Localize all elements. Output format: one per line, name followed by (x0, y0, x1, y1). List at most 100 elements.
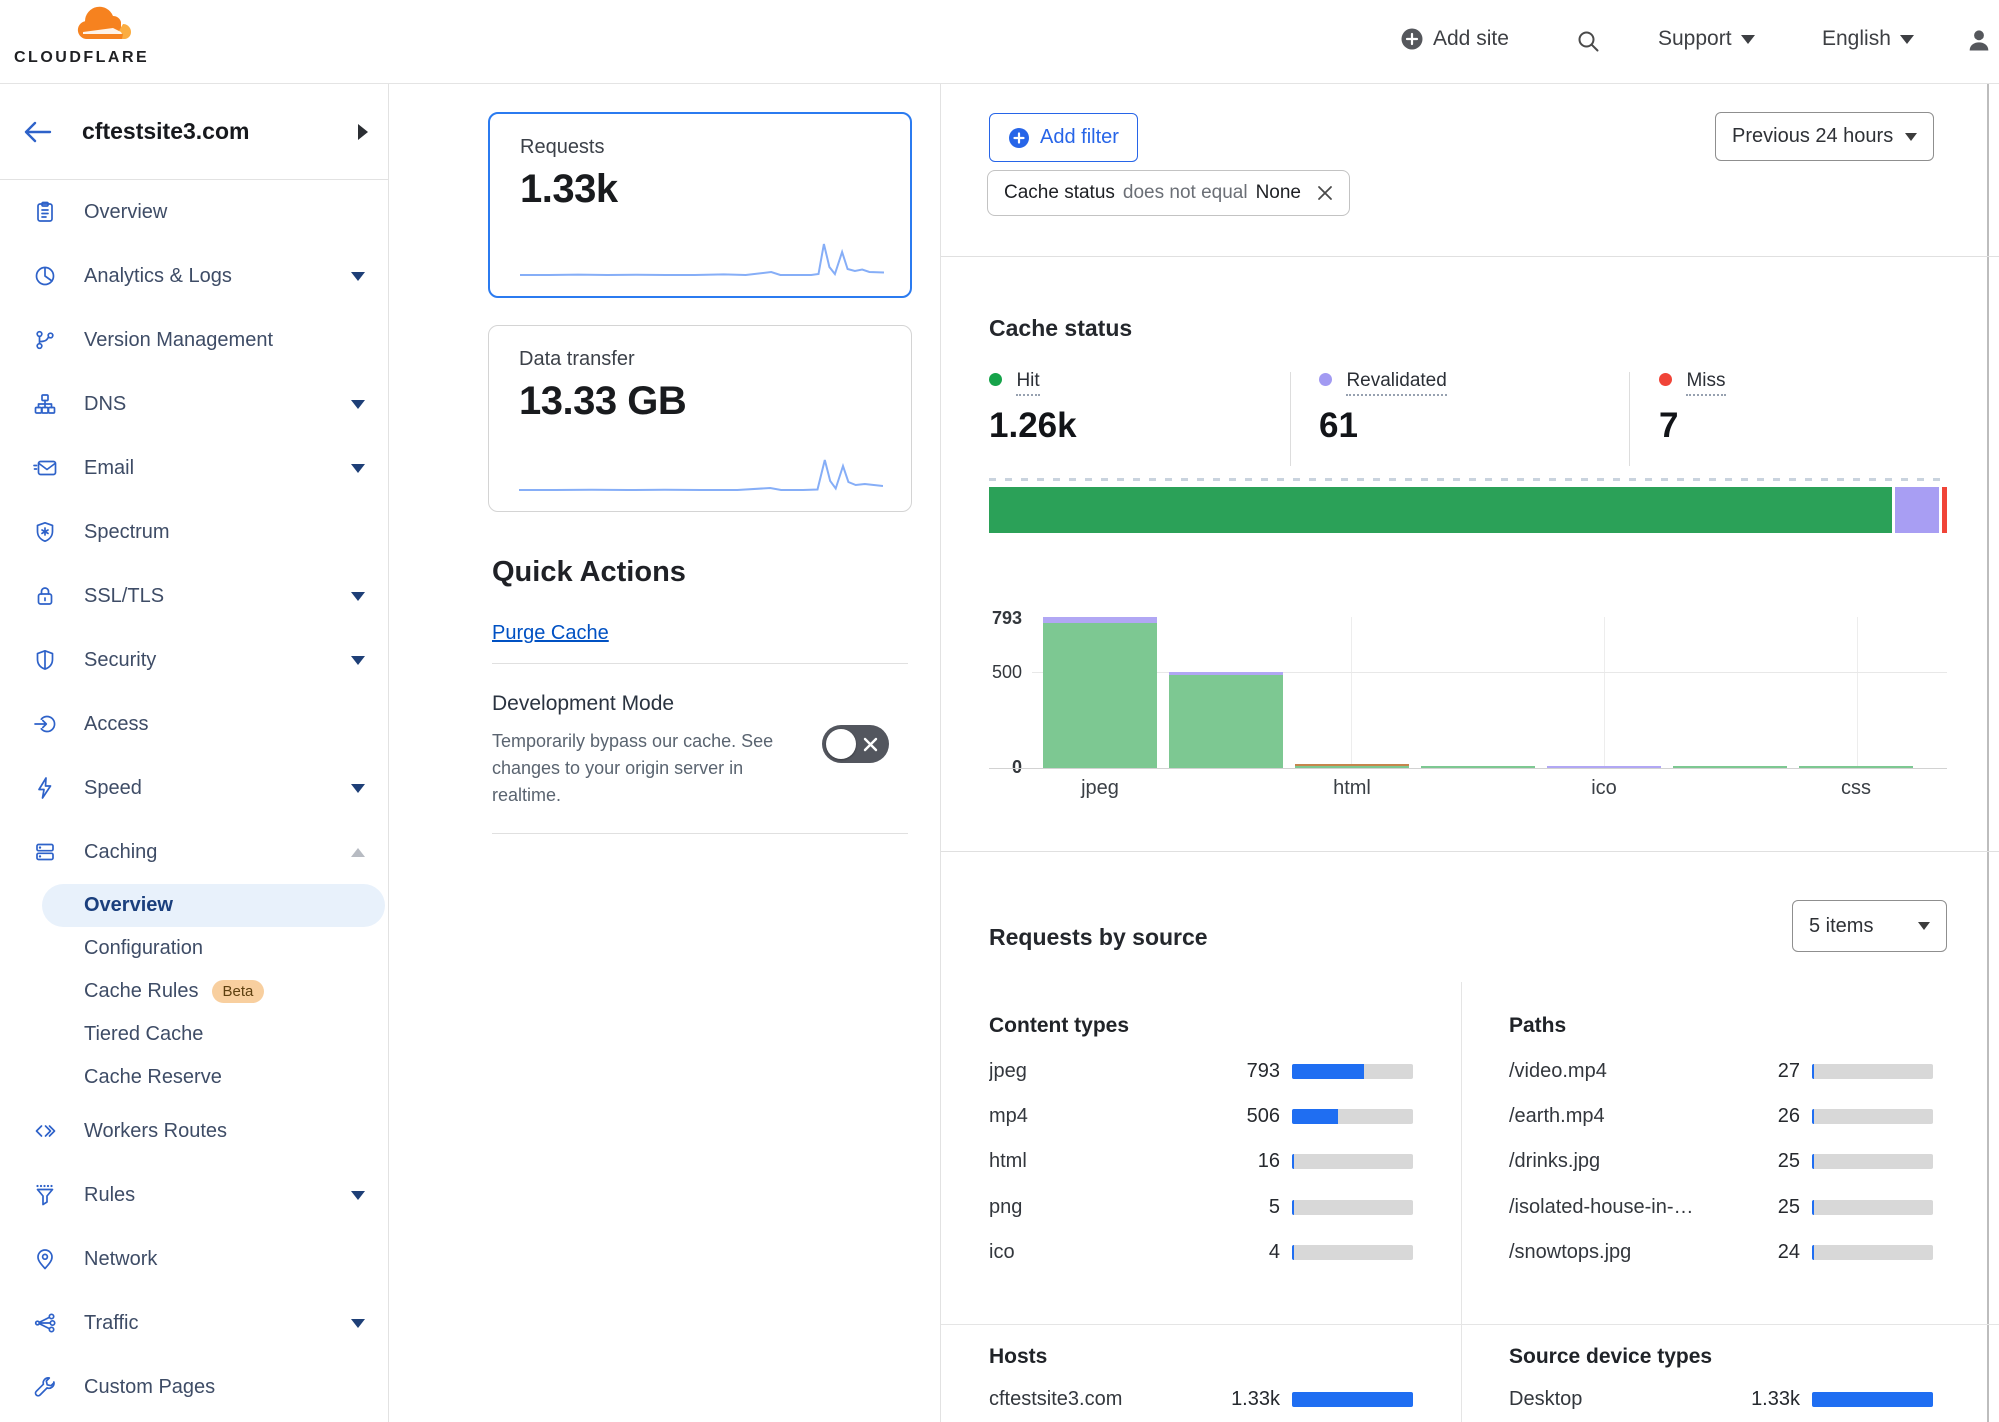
sidebar-item-traffic[interactable]: Traffic (0, 1291, 388, 1355)
sidebar-subitem-label: Overview (84, 894, 173, 917)
sidebar-item-network[interactable]: Network (0, 1227, 388, 1291)
x-label-jpeg: jpeg (1037, 777, 1163, 800)
table-row-value: 1.33k (1700, 1388, 1800, 1411)
stacked-segment-miss (1942, 487, 1947, 533)
sidebar-subitem-caching-overview[interactable]: Overview (42, 884, 385, 927)
sidebar-subitem-tiered-cache[interactable]: Tiered Cache (42, 1013, 385, 1056)
sidebar-item-caching[interactable]: Caching (0, 820, 388, 884)
brand-wordmark: CLOUDFLARE (14, 49, 138, 67)
sidebar: cftestsite3.com Overview Analytics & Log… (0, 84, 388, 1422)
search-button[interactable] (1575, 28, 1601, 59)
table-row-bar (1812, 1109, 1933, 1124)
cloudflare-cloud-icon (74, 6, 134, 42)
remove-filter-icon[interactable] (1315, 183, 1335, 203)
gridline-vertical (1351, 617, 1352, 768)
divider (941, 1324, 1999, 1325)
sidebar-item-analytics-logs[interactable]: Analytics & Logs (0, 244, 388, 308)
paths-header: Paths (1509, 1014, 1566, 1038)
requests-card-label: Requests (520, 136, 910, 159)
sidebar-item-label: DNS (84, 393, 126, 416)
bar-css-hit (1799, 766, 1913, 768)
back-arrow-icon[interactable] (22, 119, 52, 145)
data-transfer-metric-card[interactable]: Data transfer 13.33 GB (488, 325, 912, 512)
scrollbar[interactable] (1987, 84, 1989, 1422)
support-menu[interactable]: Support (1658, 27, 1755, 51)
table-row-label: /video.mp4 (1509, 1060, 1689, 1083)
sidebar-item-label: Overview (84, 201, 167, 224)
add-site-button[interactable]: Add site (1400, 27, 1509, 51)
revalidated-label: Revalidated (1346, 370, 1446, 396)
table-row-value: 506 (1180, 1105, 1280, 1128)
cache-status-bar-chart (989, 617, 1947, 768)
location-pin-icon (33, 1247, 57, 1271)
sidebar-item-email[interactable]: Email (0, 436, 388, 500)
sidebar-item-custom-pages[interactable]: Custom Pages (0, 1355, 388, 1419)
sidebar-item-rules[interactable]: Rules (0, 1163, 388, 1227)
sidebar-item-access[interactable]: Access (0, 692, 388, 756)
language-menu[interactable]: English (1822, 27, 1914, 51)
items-count-dropdown[interactable]: 5 items (1792, 900, 1947, 952)
table-row-bar (1812, 1154, 1933, 1169)
table-row-bar (1812, 1064, 1933, 1079)
chevron-down-icon (351, 464, 365, 473)
stacked-bar-tick-line (989, 478, 1947, 481)
x-label-html: html (1289, 777, 1415, 800)
sidebar-item-label: Spectrum (84, 521, 170, 544)
time-range-label: Previous 24 hours (1732, 125, 1893, 148)
sidebar-subitem-configuration[interactable]: Configuration (42, 927, 385, 970)
legend-revalidated[interactable]: Revalidated 61 (1319, 370, 1447, 446)
sidebar-subitem-label: Configuration (84, 937, 203, 960)
stacked-segment-hit (989, 487, 1892, 533)
miss-value: 7 (1659, 406, 1726, 446)
site-header: cftestsite3.com (0, 84, 388, 180)
divider (492, 833, 908, 834)
time-range-dropdown[interactable]: Previous 24 hours (1715, 112, 1934, 161)
sidebar-subitem-cache-reserve[interactable]: Cache Reserve (42, 1056, 385, 1099)
device-types-header: Source device types (1509, 1345, 1712, 1369)
table-row-value: 16 (1180, 1150, 1280, 1173)
support-label: Support (1658, 27, 1732, 51)
sidebar-item-workers-routes[interactable]: Workers Routes (0, 1099, 388, 1163)
sidebar-item-label: Caching (84, 841, 157, 864)
table-row-bar (1292, 1064, 1413, 1079)
sidebar-item-speed[interactable]: Speed (0, 756, 388, 820)
add-filter-button[interactable]: Add filter (989, 113, 1138, 162)
sidebar-item-overview[interactable]: Overview (0, 180, 388, 244)
sidebar-subitem-label: Cache Reserve (84, 1066, 222, 1089)
chevron-down-icon (1905, 133, 1917, 141)
content-types-header: Content types (989, 1014, 1129, 1038)
add-site-label: Add site (1433, 27, 1509, 51)
server-stack-icon (33, 840, 57, 864)
gridline-vertical (1604, 617, 1605, 768)
legend-miss[interactable]: Miss 7 (1659, 370, 1726, 446)
chevron-down-icon (351, 272, 365, 281)
sidebar-item-ssl-tls[interactable]: SSL/TLS (0, 564, 388, 628)
cloudflare-logo[interactable]: CLOUDFLARE (14, 6, 138, 67)
sidebar-item-label: Network (84, 1248, 157, 1271)
sidebar-item-label: Traffic (84, 1312, 138, 1335)
login-arrow-icon (33, 712, 57, 736)
pie-chart-icon (33, 264, 57, 288)
chevron-down-icon (351, 1319, 365, 1328)
purge-cache-link[interactable]: Purge Cache (492, 622, 609, 645)
chevron-right-icon[interactable] (358, 124, 368, 140)
sidebar-item-spectrum[interactable]: Spectrum (0, 500, 388, 564)
table-row-value: 27 (1700, 1060, 1800, 1083)
bar-jpeg-revalidated (1043, 617, 1157, 623)
sidebar-item-version-management[interactable]: Version Management (0, 308, 388, 372)
chevron-down-icon (351, 784, 365, 793)
bar-html-miss (1295, 764, 1409, 766)
x-label-ico: ico (1541, 777, 1667, 800)
account-menu[interactable] (1965, 26, 1993, 59)
development-mode-toggle[interactable] (822, 725, 889, 763)
column-divider (1461, 982, 1462, 1422)
sidebar-subitem-cache-rules[interactable]: Cache Rules Beta (42, 970, 385, 1013)
sidebar-item-dns[interactable]: DNS (0, 372, 388, 436)
legend-hit[interactable]: Hit 1.26k (989, 370, 1077, 446)
table-row-bar (1292, 1109, 1413, 1124)
sidebar-item-security[interactable]: Security (0, 628, 388, 692)
table-row-value: 4 (1180, 1241, 1280, 1264)
requests-metric-card[interactable]: Requests 1.33k (488, 112, 912, 298)
revalidated-value: 61 (1319, 406, 1447, 446)
table-row-value: 25 (1700, 1150, 1800, 1173)
